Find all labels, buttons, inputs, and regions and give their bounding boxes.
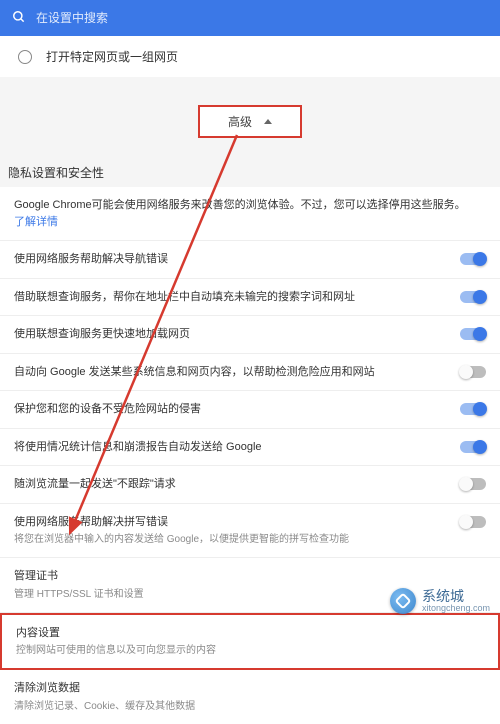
toggle-switch[interactable] — [460, 328, 486, 340]
privacy-intro-row: Google Chrome可能会使用网络服务来改善您的浏览体验。不过，您可以选择… — [0, 187, 500, 241]
row-label: 自动向 Google 发送某些系统信息和网页内容，以帮助检测危险应用和网站 — [14, 364, 450, 381]
search-bar — [0, 0, 500, 36]
chevron-up-icon — [264, 119, 272, 124]
row-label: 将使用情况统计信息和崩溃报告自动发送给 Google — [14, 439, 450, 456]
privacy-row[interactable]: 自动向 Google 发送某些系统信息和网页内容，以帮助检测危险应用和网站 — [0, 354, 500, 392]
advanced-section: 高级 — [0, 77, 500, 156]
privacy-row[interactable]: 借助联想查询服务，帮你在地址栏中自动填充未输完的搜索字词和网址 — [0, 279, 500, 317]
privacy-row[interactable]: 随浏览流量一起发送"不跟踪"请求 — [0, 466, 500, 504]
startup-panel: 打开特定网页或一组网页 — [0, 36, 500, 77]
row-label: 保护您和您的设备不受危险网站的侵害 — [14, 401, 450, 418]
privacy-row[interactable]: 使用网络服务帮助解决导航错误 — [0, 241, 500, 279]
privacy-section-title: 隐私设置和安全性 — [0, 156, 500, 187]
row-label: 借助联想查询服务，帮你在地址栏中自动填充未输完的搜索字词和网址 — [14, 289, 450, 306]
startup-option-specific-pages[interactable]: 打开特定网页或一组网页 — [0, 36, 500, 77]
radio-unchecked-icon — [18, 50, 32, 64]
row-label: 使用网络服务帮助解决导航错误 — [14, 251, 450, 268]
row-label: 使用网络服务帮助解决拼写错误 — [14, 514, 450, 531]
toggle-switch[interactable] — [460, 366, 486, 378]
row-label: 内容设置 — [16, 625, 474, 642]
toggle-switch[interactable] — [460, 291, 486, 303]
privacy-row[interactable]: 使用联想查询服务更快速地加载网页 — [0, 316, 500, 354]
advanced-toggle-button[interactable]: 高级 — [198, 105, 302, 138]
watermark: 系统城 xitongcheng.com — [390, 588, 490, 614]
privacy-row[interactable]: 将使用情况统计信息和崩溃报告自动发送给 Google — [0, 429, 500, 467]
toggle-switch[interactable] — [460, 253, 486, 265]
privacy-row[interactable]: 保护您和您的设备不受危险网站的侵害 — [0, 391, 500, 429]
search-icon — [12, 10, 26, 27]
row-desc: 控制网站可使用的信息以及可向您显示的内容 — [16, 643, 474, 658]
row-label: 管理证书 — [14, 568, 476, 585]
toggle-switch[interactable] — [460, 516, 486, 528]
row-label: 清除浏览数据 — [14, 680, 476, 697]
privacy-list: Google Chrome可能会使用网络服务来改善您的浏览体验。不过，您可以选择… — [0, 187, 500, 724]
intro-text: Google Chrome可能会使用网络服务来改善您的浏览体验。不过，您可以选择… — [14, 199, 466, 211]
privacy-row[interactable]: 内容设置控制网站可使用的信息以及可向您显示的内容 — [0, 613, 500, 671]
advanced-label: 高级 — [228, 113, 252, 130]
watermark-logo-icon — [390, 588, 416, 614]
watermark-url: xitongcheng.com — [422, 603, 490, 613]
toggle-switch[interactable] — [460, 478, 486, 490]
learn-more-link[interactable]: 了解详情 — [14, 216, 58, 228]
toggle-switch[interactable] — [460, 403, 486, 415]
startup-option-label: 打开特定网页或一组网页 — [46, 48, 178, 65]
toggle-switch[interactable] — [460, 441, 486, 453]
search-input[interactable] — [36, 11, 488, 25]
row-desc: 将您在浏览器中输入的内容发送给 Google，以便提供更智能的拼写检查功能 — [14, 532, 450, 547]
watermark-brand: 系统城 — [422, 589, 490, 603]
row-desc: 清除浏览记录、Cookie、缓存及其他数据 — [14, 699, 476, 714]
row-label: 随浏览流量一起发送"不跟踪"请求 — [14, 476, 450, 493]
row-label: 使用联想查询服务更快速地加载网页 — [14, 326, 450, 343]
privacy-row[interactable]: 使用网络服务帮助解决拼写错误将您在浏览器中输入的内容发送给 Google，以便提… — [0, 504, 500, 559]
privacy-row[interactable]: 清除浏览数据清除浏览记录、Cookie、缓存及其他数据 — [0, 670, 500, 724]
